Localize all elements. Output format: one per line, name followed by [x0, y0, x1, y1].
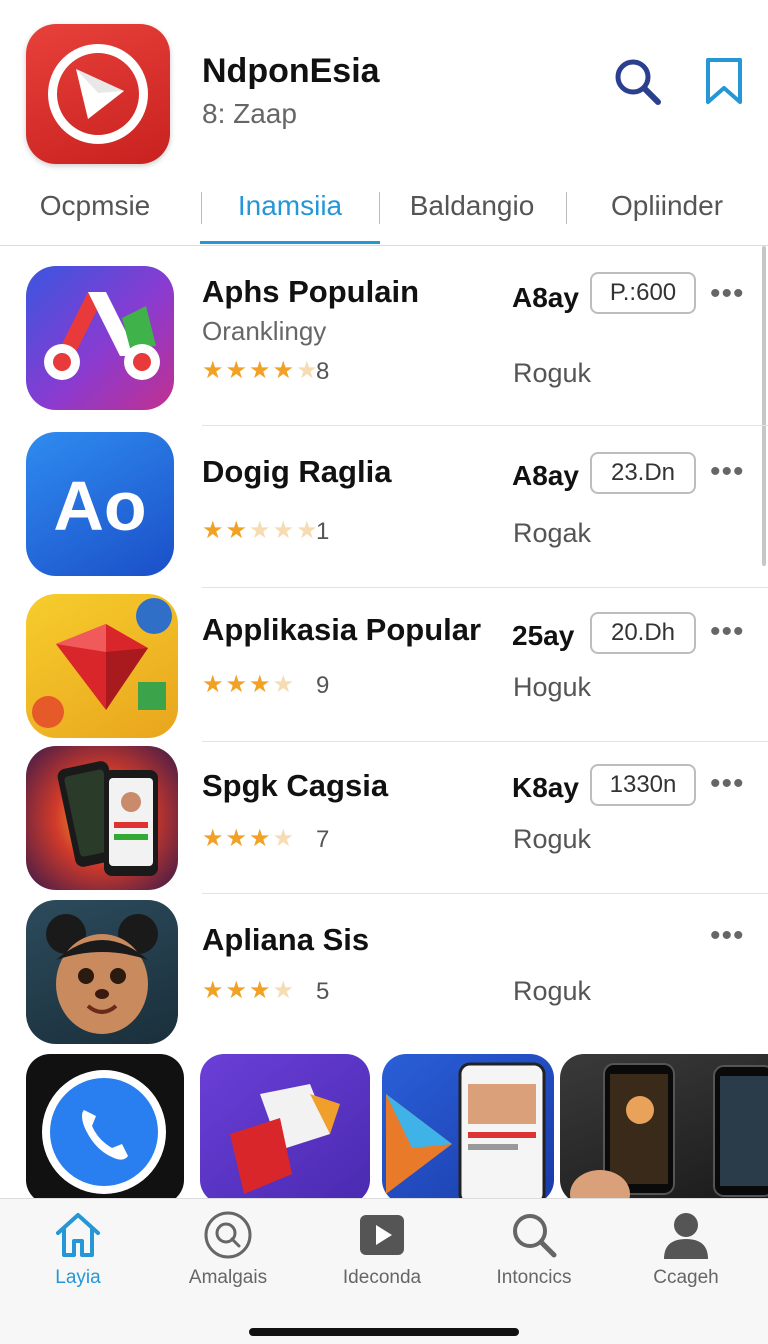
- rating-count: 5: [316, 978, 330, 1005]
- red-purple-shapes-icon: [26, 266, 174, 410]
- price-button[interactable]: 20.Dh: [590, 612, 696, 654]
- tab-opliinder[interactable]: Opliinder: [582, 180, 752, 244]
- tab-separator: [566, 192, 567, 224]
- bookmark-icon[interactable]: [700, 56, 750, 106]
- list-item[interactable]: Ao Dogig Raglia ★★★★★ 1 A8ay 23.Dn ••• R…: [0, 426, 768, 588]
- app-subtitle: 8: Zaap: [202, 98, 297, 129]
- more-options-icon[interactable]: •••: [710, 769, 745, 799]
- app-logo-icon: [26, 24, 170, 164]
- bottom-nav: Layia Amalgais Ideconda Intoncics Ccageh: [0, 1198, 768, 1344]
- featured-strip: [0, 1054, 768, 1198]
- price-button[interactable]: 23.Dn: [590, 452, 696, 494]
- rating-count: 1: [316, 518, 330, 545]
- cube-app-tile[interactable]: [200, 1054, 370, 1198]
- nav-label: Layia: [55, 1267, 101, 1288]
- blue-ao-icon: Ao: [26, 432, 174, 576]
- tab-separator: [379, 192, 380, 224]
- rating-stars: ★★★★: [202, 977, 297, 1004]
- home-icon: [56, 1213, 100, 1257]
- person-icon: [664, 1213, 708, 1259]
- app-name: Spgk Cagsia: [202, 768, 389, 803]
- app-title: NdponEsia: [202, 52, 380, 90]
- list-item[interactable]: Apliana Sis ★★★★ 5 ••• Roguk: [0, 894, 768, 1054]
- phone-app-tile[interactable]: [26, 1054, 184, 1198]
- nav-label: Amalgais: [188, 1267, 268, 1288]
- rating-stars: ★★★★: [202, 671, 297, 698]
- phones-burst-icon: [26, 746, 178, 890]
- app-name: Apliana Sis: [202, 922, 370, 957]
- price-button[interactable]: P.:600: [590, 272, 696, 314]
- red-gem-icon: [26, 594, 178, 738]
- rating-stars: ★★★★★: [202, 517, 320, 544]
- get-action[interactable]: Roguk: [513, 824, 591, 855]
- nav-label: Intoncics: [496, 1267, 572, 1288]
- nav-item-intoncics[interactable]: Intoncics: [464, 1209, 604, 1289]
- app-name: Dogig Raglia: [202, 454, 392, 489]
- search-icon[interactable]: [612, 56, 662, 106]
- rating-count: 9: [316, 672, 330, 699]
- get-action[interactable]: Hoguk: [513, 672, 591, 703]
- more-options-icon[interactable]: •••: [710, 617, 745, 647]
- rating-count: 7: [316, 826, 330, 853]
- tab-baldangio[interactable]: Baldangio: [392, 180, 552, 244]
- get-action[interactable]: Rogak: [513, 518, 591, 549]
- rating-stars: ★★★★: [202, 825, 297, 852]
- play-icon: [360, 1215, 404, 1255]
- phones-app-tile[interactable]: [560, 1054, 768, 1198]
- list-item[interactable]: Aphs Populain Oranklingy ★★★★★ 8 A8ay P.…: [0, 246, 768, 426]
- nav-item-ccageh[interactable]: Ccageh: [616, 1209, 756, 1289]
- svg-text:Ao: Ao: [53, 467, 146, 545]
- more-options-icon[interactable]: •••: [710, 279, 745, 309]
- tab-inamsiia[interactable]: Inamsiia: [200, 180, 380, 244]
- rating-stars: ★★★★★: [202, 357, 320, 384]
- app-header: NdponEsia 8: Zaap: [0, 0, 768, 180]
- nav-item-ideconda[interactable]: Ideconda: [312, 1209, 452, 1289]
- app-name: Applikasia Popular: [202, 612, 482, 647]
- cartoon-face-icon: [26, 900, 178, 1044]
- age-label: 25ay: [512, 620, 575, 651]
- get-action[interactable]: Roguk: [513, 358, 591, 389]
- nav-label: Ccageh: [653, 1267, 719, 1288]
- app-name: Aphs Populain: [202, 274, 419, 309]
- more-options-icon[interactable]: •••: [710, 457, 745, 487]
- nav-item-home[interactable]: Layia: [8, 1209, 148, 1289]
- list-item[interactable]: Spgk Cagsia ★★★★ 7 K8ay 1330n ••• Roguk: [0, 742, 768, 894]
- app-subtitle: Oranklingy: [202, 316, 327, 346]
- list-item[interactable]: Applikasia Popular ★★★★ 9 25ay 20.Dh •••…: [0, 588, 768, 742]
- play-app-tile[interactable]: [382, 1054, 554, 1198]
- home-indicator[interactable]: [249, 1328, 519, 1336]
- tab-ocpmsie[interactable]: Ocpmsie: [20, 180, 170, 244]
- age-label: K8ay: [512, 772, 579, 803]
- get-action[interactable]: Roguk: [513, 976, 591, 1007]
- search-circle-icon: [204, 1211, 252, 1259]
- more-options-icon[interactable]: •••: [710, 921, 745, 951]
- price-button[interactable]: 1330n: [590, 764, 696, 806]
- age-label: A8ay: [512, 460, 579, 491]
- age-label: A8ay: [512, 282, 579, 313]
- rating-count: 8: [316, 358, 330, 385]
- search-icon: [513, 1214, 557, 1258]
- category-tabs: Ocpmsie Inamsiia Baldangio Opliinder: [0, 180, 768, 246]
- nav-label: Ideconda: [342, 1267, 422, 1288]
- nav-item-amalgais[interactable]: Amalgais: [158, 1209, 298, 1289]
